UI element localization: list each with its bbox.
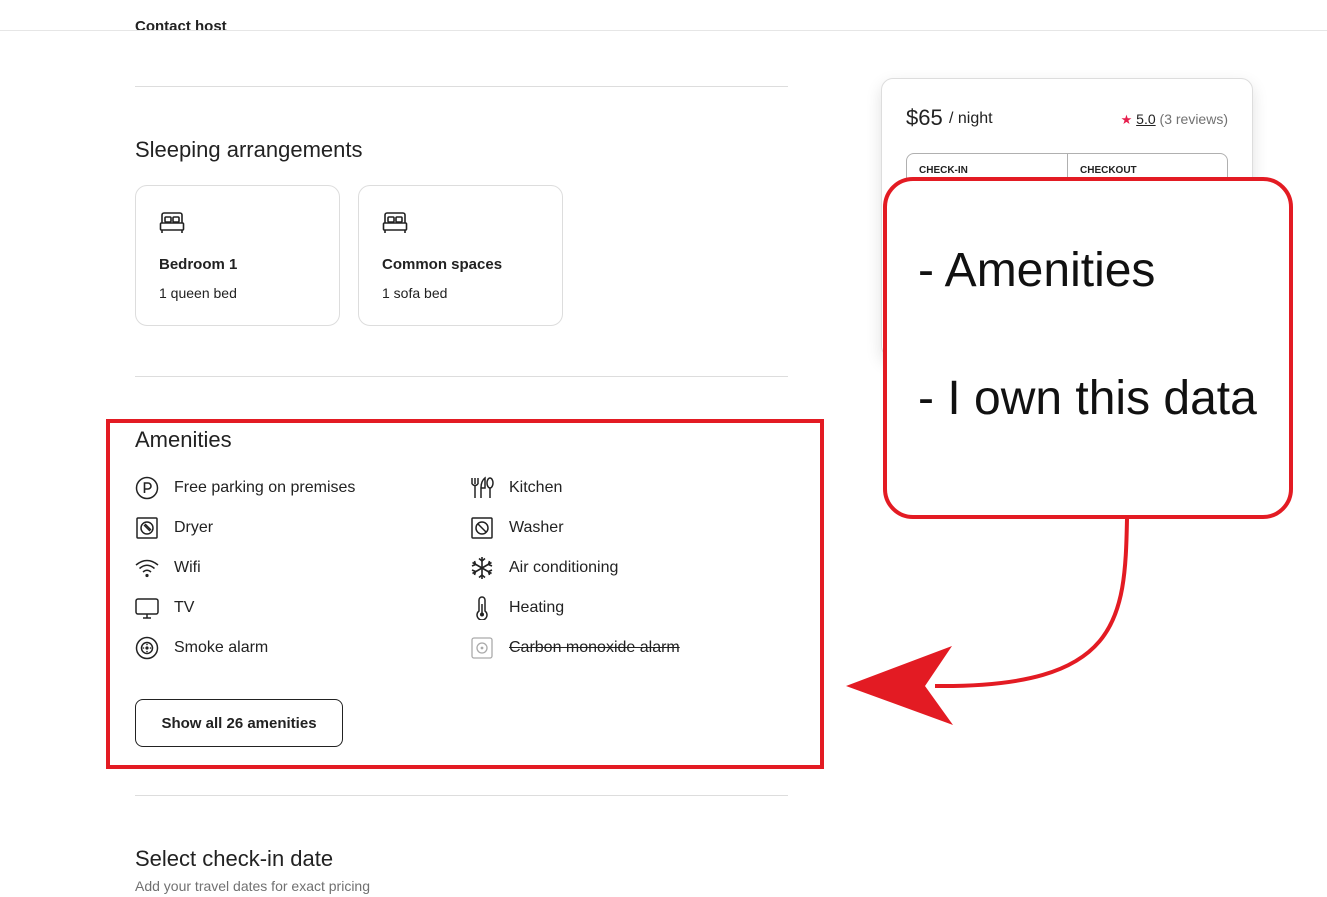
nightly-price: $65 (906, 105, 943, 130)
bed-description: 1 sofa bed (382, 285, 448, 301)
per-night-label: / night (949, 110, 993, 127)
rating-summary: ★ 5.0 (3 reviews) (1121, 111, 1228, 128)
room-card-common-spaces: Common spaces 1 sofa bed (358, 185, 563, 326)
top-bar: Contact host (0, 0, 1327, 31)
checkin-subtitle: Add your travel dates for exact pricing (135, 878, 371, 894)
arrow-curve (934, 518, 1129, 689)
sleeping-arrangements-title: Sleeping arrangements (135, 137, 363, 162)
checkin-label: CHECK-IN (919, 165, 968, 176)
rating-score[interactable]: 5.0 (1136, 111, 1155, 127)
section-divider (135, 86, 788, 87)
section-divider (135, 376, 788, 377)
star-icon: ★ (1120, 112, 1133, 127)
annotation-line: - Amenities (918, 244, 1156, 297)
annotation-line: - I own this data (918, 372, 1257, 425)
contact-host-link[interactable]: Contact host (135, 18, 227, 30)
checkout-label: CHECKOUT (1080, 165, 1137, 176)
review-count: (3 reviews) (1159, 111, 1228, 127)
annotation-callout: - Amenities - I own this data (883, 177, 1293, 519)
select-checkin-title: Select check-in date (135, 846, 334, 871)
bed-icon (382, 212, 408, 233)
amenities-highlight-box (106, 419, 824, 769)
bed-description: 1 queen bed (159, 285, 237, 301)
arrow-head-icon (846, 646, 953, 725)
room-name: Bedroom 1 (159, 256, 238, 273)
room-card-bedroom-1: Bedroom 1 1 queen bed (135, 185, 340, 326)
bed-icon (159, 212, 185, 233)
section-divider (135, 795, 788, 796)
room-name: Common spaces (382, 256, 503, 273)
